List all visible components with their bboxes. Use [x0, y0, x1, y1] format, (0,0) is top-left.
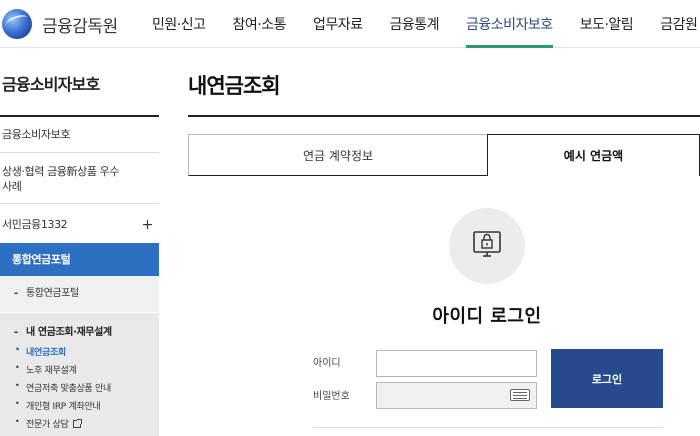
sidebar-item-label: 통합연금포털 — [26, 288, 79, 299]
nav-item-statistics[interactable]: 금융통계 — [390, 0, 440, 48]
lock-monitor-icon — [449, 208, 525, 284]
tab-contract-info[interactable]: 연금 계약정보 — [188, 134, 487, 176]
monitor-lock-svg — [473, 231, 501, 257]
sidebar-item-consumer-protection[interactable]: 금융소비자보호 — [0, 117, 159, 153]
expand-plus-icon[interactable]: + — [142, 204, 154, 246]
sidebar-item-1332[interactable]: 서민금융1332 + — [0, 204, 159, 246]
sidebar-link-expert-consult[interactable]: 전문가 상담 — [15, 417, 83, 430]
nav-item-participation[interactable]: 참여·소통 — [232, 0, 286, 48]
nav-item-fss[interactable]: 금감원 — [660, 0, 698, 48]
tab-estimated-pension[interactable]: 예시 연금액 — [487, 134, 700, 176]
sidebar-title: 금융소비자보호 — [2, 75, 100, 94]
sidebar-item-label: 전문가 상담 — [26, 420, 69, 430]
id-input[interactable] — [376, 350, 537, 377]
external-link-icon — [73, 419, 83, 428]
header: 금융감독원 민원·신고 참여·소통 업무자료 금융통계 금융소비자보호 보도·알… — [0, 0, 700, 48]
sidebar-subitem-my-pension[interactable]: -내 연금조회·재무설계 — [14, 323, 112, 338]
logo-emblem-icon — [2, 9, 32, 39]
sidebar: 금융소비자보호 금융소비자보호 상생·협력 금융新상품 우수사례 서민금융133… — [0, 48, 160, 436]
sidebar-link-my-pension-inquiry[interactable]: 내연금조회 — [15, 345, 66, 358]
sidebar-group-my-pension: -내 연금조회·재무설계 내연금조회 노후 재무설계 연금저축 맞춤상품 안내 … — [0, 313, 159, 436]
nav-item-complaints[interactable]: 민원·신고 — [152, 0, 206, 48]
virtual-keyboard-icon[interactable] — [510, 389, 530, 401]
sidebar-item-cooperation-cases[interactable]: 상생·협력 금융新상품 우수사례 — [0, 153, 120, 204]
main-content: 내연금조회 연금 계약정보 예시 연금액 아이디 로그인 아이디 비밀번호 로그… — [188, 48, 700, 436]
page-title: 내연금조회 — [188, 74, 281, 98]
title-divider — [188, 115, 700, 117]
sidebar-link-pension-savings[interactable]: 연금저축 맞춤상품 안내 — [15, 381, 111, 394]
sidebar-link-irp-account[interactable]: 개인형 IRP 계좌안내 — [15, 399, 101, 412]
sidebar-item-label: 내 연금조회·재무설계 — [26, 327, 112, 338]
login-button[interactable]: 로그인 — [551, 349, 663, 408]
password-label: 비밀번호 — [313, 391, 350, 402]
dash-icon: - — [14, 288, 18, 299]
main-nav: 민원·신고 참여·소통 업무자료 금융통계 금융소비자보호 보도·알림 금감원 — [152, 0, 700, 48]
sidebar-item-label: 서민금융1332 — [2, 218, 68, 231]
id-label: 아이디 — [313, 358, 341, 369]
nav-item-consumer-protection[interactable]: 금융소비자보호 — [466, 0, 553, 48]
sidebar-link-retirement-planning[interactable]: 노후 재무설계 — [15, 363, 77, 376]
sidebar-subitem-pension-portal[interactable]: - 통합연금포털 — [0, 276, 159, 312]
form-divider — [313, 427, 663, 428]
dash-icon: - — [14, 327, 18, 338]
nav-item-press[interactable]: 보도·알림 — [580, 0, 634, 48]
logo[interactable]: 금융감독원 — [2, 8, 118, 40]
logo-text: 금융감독원 — [42, 16, 118, 37]
nav-item-materials[interactable]: 업무자료 — [313, 0, 363, 48]
sidebar-item-pension-portal[interactable]: 통합연금포털 — [0, 243, 159, 276]
login-title: 아이디 로그인 — [432, 306, 542, 327]
